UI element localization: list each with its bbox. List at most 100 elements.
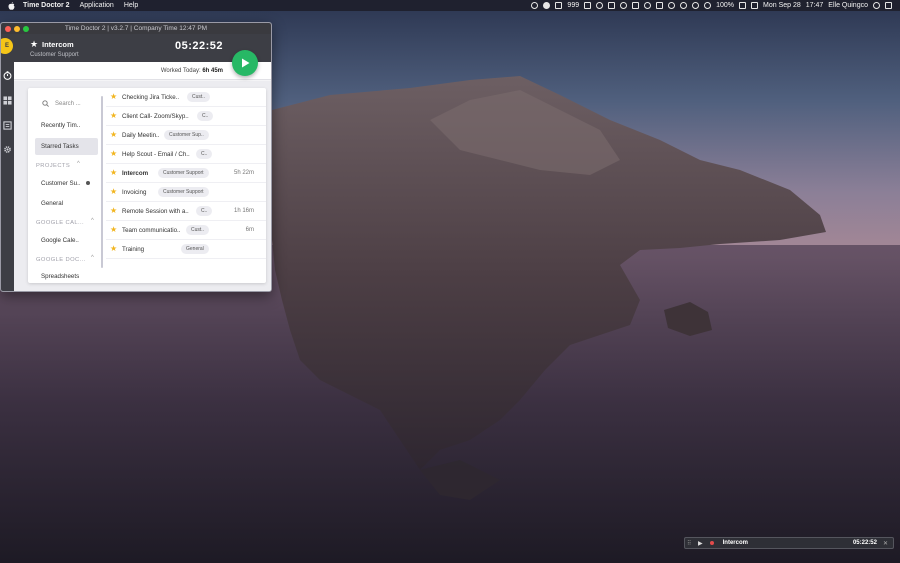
- task-name: Daily Meetin..: [122, 132, 160, 139]
- menu-date[interactable]: Mon Sep 28: [763, 2, 801, 9]
- drag-handle-icon[interactable]: ⠿: [687, 540, 695, 547]
- current-project-name: Customer Support: [30, 52, 79, 58]
- star-icon[interactable]: ★: [110, 92, 117, 101]
- worked-today-label: Worked Today:: [160, 68, 201, 74]
- mini-timer-widget[interactable]: ⠿ ▶ Intercom 05:22:52 ✕: [684, 537, 894, 549]
- menu-help[interactable]: Help: [124, 2, 138, 9]
- task-name: Team communicatio..: [122, 227, 181, 234]
- search-field[interactable]: Search ...: [42, 100, 81, 107]
- task-project-chip: C..: [197, 111, 214, 121]
- play-icon[interactable]: ▶: [698, 540, 703, 547]
- star-icon[interactable]: ★: [110, 206, 117, 215]
- record-status-icon[interactable]: [543, 2, 551, 9]
- task-row[interactable]: ★ Checking Jira Ticke.. Cust..: [106, 88, 266, 107]
- close-icon[interactable]: ✕: [883, 540, 888, 547]
- task-sidebar: Search ... Recently Tim.. Starred Tasks …: [28, 88, 104, 283]
- tools-icon[interactable]: [668, 2, 676, 9]
- task-duration: 5h 22m: [233, 170, 254, 176]
- task-project-chip: Cust..: [186, 225, 210, 235]
- apple-icon[interactable]: [6, 1, 17, 10]
- play-button[interactable]: [232, 50, 258, 76]
- worked-today-value: 6h 45m: [202, 68, 223, 74]
- task-project-chip: Customer Support: [158, 187, 209, 197]
- google-calendar-item[interactable]: Google Cale..: [41, 237, 79, 244]
- task-name: Help Scout - Email / Ch..: [122, 151, 190, 158]
- chevron-up-icon[interactable]: ^: [91, 255, 94, 261]
- current-task-header: ★ Intercom Customer Support 05:22:52: [1, 34, 271, 62]
- window-title: Time Doctor 2 | v3.2.7 | Company Time 12…: [64, 25, 208, 32]
- task-browser-card: Search ... Recently Tim.. Starred Tasks …: [28, 88, 266, 283]
- chevron-up-icon[interactable]: ^: [77, 161, 80, 167]
- battery-percent: 100%: [716, 2, 735, 9]
- avatar[interactable]: E: [1, 38, 13, 54]
- search-icon[interactable]: [873, 2, 880, 9]
- task-project-chip: General: [181, 244, 209, 254]
- task-row[interactable]: ★ Intercom Customer Support 5h 22m: [106, 164, 266, 183]
- sidebar-item-recently-tracked[interactable]: Recently Tim..: [41, 122, 80, 129]
- current-task-name: Intercom: [42, 40, 74, 49]
- drive-icon[interactable]: [596, 2, 604, 9]
- mini-timer: 05:22:52: [852, 540, 877, 546]
- star-icon[interactable]: ★: [110, 225, 117, 234]
- bluetooth-icon[interactable]: [680, 2, 688, 9]
- chevron-up-icon[interactable]: ^: [91, 218, 94, 224]
- grid-icon[interactable]: [608, 2, 616, 9]
- window-titlebar[interactable]: Time Doctor 2 | v3.2.7 | Company Time 12…: [1, 23, 271, 34]
- menu-application[interactable]: Application: [80, 2, 114, 9]
- task-row[interactable]: ★ Help Scout - Email / Ch.. C..: [106, 145, 266, 164]
- volume-icon[interactable]: [692, 2, 700, 9]
- wifi-icon[interactable]: [704, 2, 712, 9]
- control-center-icon[interactable]: [885, 2, 892, 9]
- star-icon[interactable]: ★: [110, 111, 117, 120]
- chrome-icon[interactable]: [620, 2, 628, 9]
- task-duration: 6m: [245, 227, 254, 233]
- task-name: Training: [122, 246, 145, 253]
- mini-task-name: Intercom: [722, 540, 748, 546]
- chat-icon[interactable]: [584, 2, 592, 9]
- sidebar-scrollbar[interactable]: [101, 96, 103, 268]
- project-item-general[interactable]: General: [41, 200, 63, 207]
- calendar-icon[interactable]: [656, 2, 664, 9]
- task-name: Remote Session with a..: [122, 208, 189, 215]
- skype-icon[interactable]: [644, 2, 652, 9]
- settings-gear-icon[interactable]: [3, 145, 12, 154]
- dashboard-nav-icon[interactable]: [3, 96, 12, 105]
- reports-nav-icon[interactable]: [3, 121, 12, 130]
- menu-user[interactable]: Elle Quingco: [828, 2, 868, 9]
- google-calendar-header: GOOGLE CAL...: [36, 220, 85, 226]
- timer-nav-icon[interactable]: [3, 71, 12, 80]
- active-project-dot: [86, 181, 90, 185]
- star-icon[interactable]: ★: [110, 130, 117, 139]
- task-row[interactable]: ★ Daily Meetin.. Customer Sup..: [106, 126, 266, 145]
- task-row[interactable]: ★ Team communicatio.. Cust.. 6m: [106, 221, 266, 240]
- task-row[interactable]: ★ Training General: [106, 240, 266, 259]
- task-project-chip: Cust..: [187, 92, 211, 102]
- task-row[interactable]: ★ Remote Session with a.. C.. 1h 16m: [106, 202, 266, 221]
- sidebar-item-starred-tasks[interactable]: Starred Tasks: [41, 143, 79, 150]
- task-row[interactable]: ★ Client Call- Zoom/Skyp.. C..: [106, 107, 266, 126]
- screen-icon[interactable]: [632, 2, 640, 9]
- menu-status-area: 999 100% Mon Sep 28 17:47 Elle Quingco: [531, 2, 900, 9]
- google-docs-spreadsheets[interactable]: Spreadsheets: [41, 273, 79, 280]
- star-icon[interactable]: ★: [110, 149, 117, 158]
- mail-icon[interactable]: [555, 2, 563, 9]
- task-list: ★ Checking Jira Ticke.. Cust.. ★ Client …: [106, 88, 266, 283]
- menu-time[interactable]: 17:47: [806, 2, 824, 9]
- projects-header: PROJECTS: [36, 163, 71, 169]
- google-docs-header: GOOGLE DOC...: [36, 257, 86, 263]
- project-item-customer-support[interactable]: Customer Su..: [41, 180, 81, 187]
- timer-status-icon[interactable]: [531, 2, 539, 9]
- star-icon[interactable]: ★: [110, 168, 117, 177]
- star-icon[interactable]: ★: [110, 244, 117, 253]
- star-icon[interactable]: ★: [110, 187, 117, 196]
- macos-menu-bar: Time Doctor 2 Application Help 999 100% …: [0, 0, 900, 11]
- worked-today-bar: Worked Today: 6h 45m: [1, 62, 271, 80]
- task-row[interactable]: ★ Invoicing Customer Support: [106, 183, 266, 202]
- session-timer: 05:22:52: [174, 40, 223, 52]
- time-doctor-window: Time Doctor 2 | v3.2.7 | Company Time 12…: [0, 22, 272, 292]
- flag-icon[interactable]: [751, 2, 759, 9]
- battery-icon[interactable]: [739, 2, 747, 9]
- menu-app-name[interactable]: Time Doctor 2: [23, 2, 70, 9]
- star-icon[interactable]: ★: [30, 39, 38, 50]
- task-name: Invoicing: [122, 189, 147, 196]
